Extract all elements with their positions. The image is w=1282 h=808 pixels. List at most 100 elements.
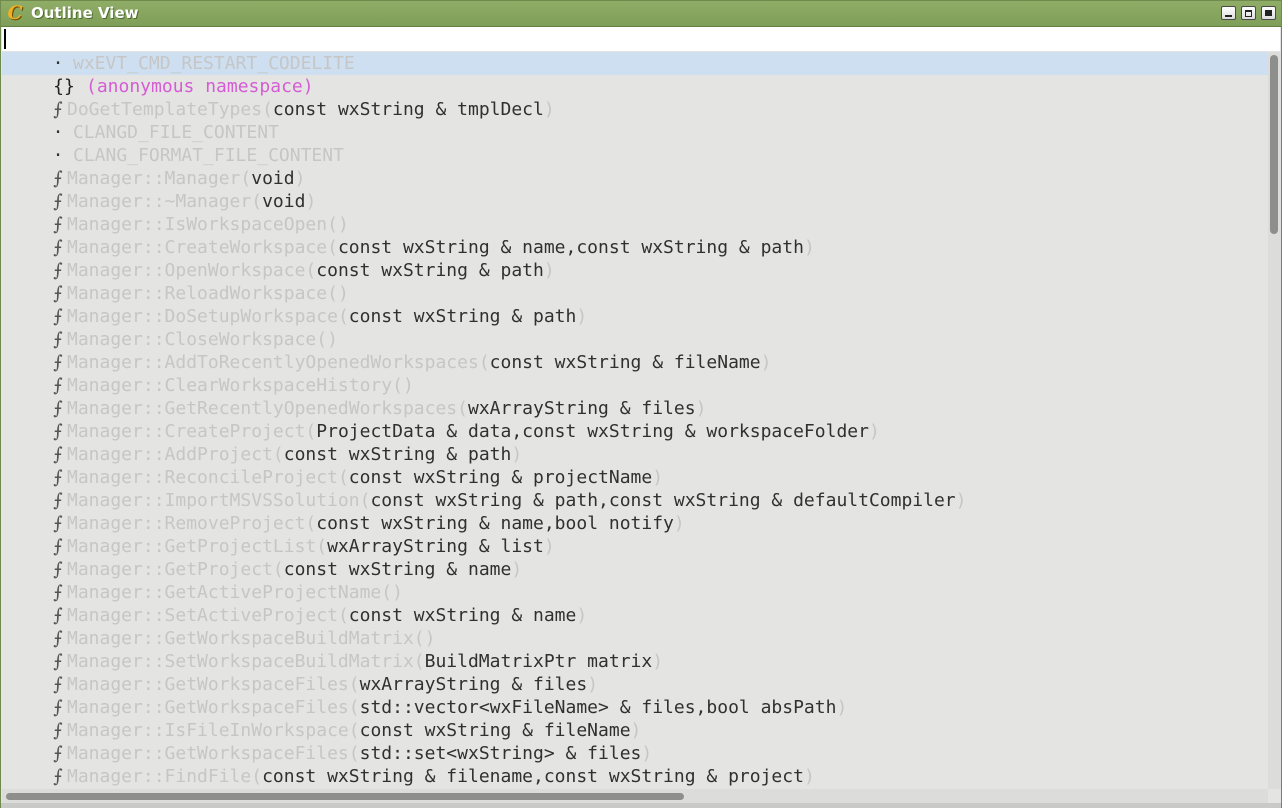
close-paren: ) xyxy=(955,490,967,511)
open-paren: ( xyxy=(359,490,371,511)
outline-item[interactable]: ⨍ Manager::CloseWorkspace() xyxy=(2,328,1268,351)
horizontal-scrollbar[interactable] xyxy=(2,789,1268,803)
outline-item[interactable]: ⨍ Manager::GetProject(const wxString & na… xyxy=(2,558,1268,581)
close-paren: ) xyxy=(803,237,815,258)
open-paren: ( xyxy=(337,605,349,626)
close-paren: ) xyxy=(868,421,880,442)
symbol-name: wxEVT_CMD_RESTART_CODELITE xyxy=(73,53,355,74)
outline-item[interactable]: ⨍ Manager::DoSetupWorkspace(const wxStrin… xyxy=(2,305,1268,328)
open-paren: ( xyxy=(348,743,360,764)
open-paren: ( xyxy=(316,329,328,350)
open-paren: ( xyxy=(413,651,425,672)
close-paren: ) xyxy=(511,444,523,465)
maximize-icon[interactable] xyxy=(1241,6,1256,20)
symbol-name: Manager::GetActiveProjectName xyxy=(67,582,382,603)
outline-item[interactable]: · CLANG_FORMAT_FILE_CONTENT xyxy=(2,144,1268,167)
outline-item[interactable]: ⨍ Manager::ReloadWorkspace() xyxy=(2,282,1268,305)
symbol-parameters: std::vector<wxFileName> & files,bool abs… xyxy=(359,697,837,718)
vertical-scrollbar-thumb[interactable] xyxy=(1270,55,1278,234)
outline-item-label: Manager::~Manager(void) xyxy=(67,190,316,213)
close-paren: ) xyxy=(402,375,414,396)
symbol-parameters: const wxString & tmplDecl xyxy=(272,99,544,120)
outline-view-window: C Outline View · wxEVT_CMD_RESTART_CODELI… xyxy=(0,0,1282,808)
open-paren: ( xyxy=(251,766,263,787)
symbol-name: Manager::GetProjectList xyxy=(67,536,317,557)
outline-item[interactable]: ⨍ Manager::GetRecentlyOpenedWorkspaces(wx… xyxy=(2,397,1268,420)
open-paren: ( xyxy=(337,467,349,488)
outline-item-label: Manager::Manager(void) xyxy=(67,167,305,190)
minimize-icon[interactable] xyxy=(1221,6,1236,20)
outline-item-label: Manager::ReloadWorkspace() xyxy=(67,282,349,305)
outline-item[interactable]: ⨍ Manager::GetWorkspaceFiles(wxArrayStrin… xyxy=(2,673,1268,696)
symbol-name: Manager::Manager xyxy=(67,168,241,189)
symbol-name: Manager::AddProject xyxy=(67,444,273,465)
function-icon: ⨍ xyxy=(53,283,63,304)
outline-item[interactable]: ⨍ Manager::CreateWorkspace(const wxString… xyxy=(2,236,1268,259)
close-paren: ) xyxy=(543,260,555,281)
outline-item[interactable]: ⨍ Manager::ImportMSVSSolution(const wxStr… xyxy=(2,489,1268,512)
outline-item-label: (anonymous namespace) xyxy=(86,75,314,98)
outline-item[interactable]: ⨍ Manager::~Manager(void) xyxy=(2,190,1268,213)
horizontal-scrollbar-thumb[interactable] xyxy=(6,793,684,800)
outline-item[interactable]: · CLANGD_FILE_CONTENT xyxy=(2,121,1268,144)
open-paren: ( xyxy=(348,674,360,695)
filter-input[interactable] xyxy=(2,27,1280,51)
outline-item[interactable]: ⨍ Manager::SetWorkspaceBuildMatrix(BuildM… xyxy=(2,650,1268,673)
outline-item-label: Manager::RemoveProject(const wxString & … xyxy=(67,512,685,535)
outline-item[interactable]: ⨍ Manager::RemoveProject(const wxString &… xyxy=(2,512,1268,535)
outline-item[interactable]: · wxEVT_CMD_RESTART_CODELITE xyxy=(2,52,1268,75)
symbol-name: (anonymous namespace) xyxy=(86,76,314,97)
function-icon: ⨍ xyxy=(53,743,63,764)
close-paren: ) xyxy=(673,513,685,534)
open-paren: ( xyxy=(251,191,263,212)
function-icon: ⨍ xyxy=(53,605,63,626)
open-paren: ( xyxy=(272,444,284,465)
outline-item-label: Manager::GetWorkspaceBuildMatrix() xyxy=(67,627,435,650)
vertical-scrollbar[interactable] xyxy=(1268,52,1281,789)
symbol-parameters: const wxString & fileName xyxy=(359,720,631,741)
outline-item[interactable]: ⨍ Manager::AddToRecentlyOpenedWorkspaces(… xyxy=(2,351,1268,374)
outline-item-label: Manager::OpenWorkspace(const wxString & … xyxy=(67,259,555,282)
outline-item[interactable]: ⨍ Manager::IsWorkspaceOpen() xyxy=(2,213,1268,236)
outline-item-label: Manager::GetActiveProjectName() xyxy=(67,581,403,604)
close-paren: ) xyxy=(543,99,555,120)
outline-item[interactable]: {} (anonymous namespace) xyxy=(2,75,1268,98)
outline-item[interactable]: ⨍ Manager::Manager(void) xyxy=(2,167,1268,190)
close-paren: ) xyxy=(695,398,707,419)
outline-item[interactable]: ⨍ Manager::IsFileInWorkspace(const wxStri… xyxy=(2,719,1268,742)
outline-item[interactable]: ⨍ Manager::GetActiveProjectName() xyxy=(2,581,1268,604)
outline-item[interactable]: ⨍ Manager::AddProject(const wxString & pa… xyxy=(2,443,1268,466)
symbol-name: CLANGD_FILE_CONTENT xyxy=(73,122,279,143)
outline-item[interactable]: ⨍ Manager::GetProjectList(wxArrayString &… xyxy=(2,535,1268,558)
close-paren: ) xyxy=(511,559,523,580)
function-icon: ⨍ xyxy=(53,697,63,718)
function-icon: ⨍ xyxy=(53,467,63,488)
title-bar[interactable]: C Outline View xyxy=(1,1,1281,27)
outline-item[interactable]: ⨍ Manager::FindFile(const wxString & file… xyxy=(2,765,1268,788)
outline-item[interactable]: ⨍ Manager::GetWorkspaceBuildMatrix() xyxy=(2,627,1268,650)
function-icon: ⨍ xyxy=(53,444,63,465)
function-icon: ⨍ xyxy=(53,306,63,327)
outline-item-label: Manager::CreateWorkspace(const wxString … xyxy=(67,236,815,259)
symbol-name: CLANG_FORMAT_FILE_CONTENT xyxy=(73,145,344,166)
outline-item-label: Manager::SetActiveProject(const wxString… xyxy=(67,604,587,627)
outline-list[interactable]: · wxEVT_CMD_RESTART_CODELITE{} (anonymous … xyxy=(2,52,1268,789)
open-paren: ( xyxy=(413,628,425,649)
close-paren: ) xyxy=(327,329,338,350)
close-icon[interactable] xyxy=(1261,6,1276,20)
function-icon: ⨍ xyxy=(53,490,63,511)
open-paren: ( xyxy=(392,375,403,396)
close-paren: ) xyxy=(424,628,436,649)
outline-item[interactable]: ⨍ Manager::GetWorkspaceFiles(std::set<wxS… xyxy=(2,742,1268,765)
outline-item[interactable]: ⨍ DoGetTemplateTypes(const wxString & tmp… xyxy=(2,98,1268,121)
outline-item[interactable]: ⨍ Manager::OpenWorkspace(const wxString &… xyxy=(2,259,1268,282)
outline-item[interactable]: ⨍ Manager::CreateProject(ProjectData & da… xyxy=(2,420,1268,443)
function-icon: ⨍ xyxy=(53,214,63,235)
outline-item[interactable]: ⨍ Manager::ClearWorkspaceHistory() xyxy=(2,374,1268,397)
outline-item[interactable]: ⨍ Manager::ReconcileProject(const wxStrin… xyxy=(2,466,1268,489)
outline-item[interactable]: ⨍ Manager::SetActiveProject(const wxStrin… xyxy=(2,604,1268,627)
function-icon: ⨍ xyxy=(53,559,63,580)
symbol-parameters: void xyxy=(262,191,306,212)
outline-item[interactable]: ⨍ Manager::GetWorkspaceFiles(std::vector<… xyxy=(2,696,1268,719)
variable-icon: · xyxy=(52,53,64,74)
